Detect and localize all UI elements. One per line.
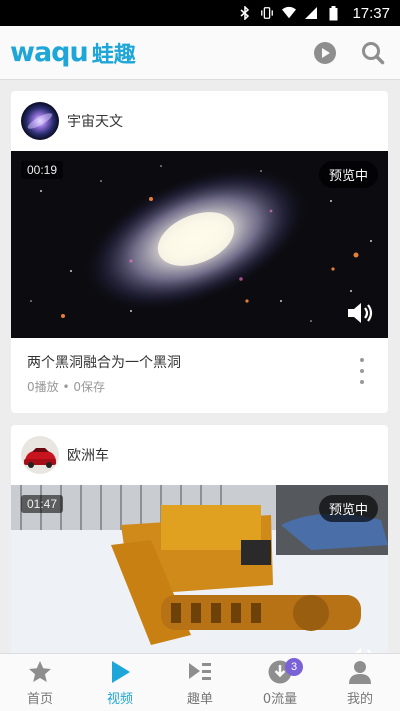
channel-avatar[interactable] [21,102,59,140]
download-count-badge: 3 [285,658,303,676]
app-bar: waqu 蛙趣 [0,26,400,80]
logo-chinese: 蛙趣 [91,42,136,68]
more-dot-icon [360,369,364,373]
video-thumbnail[interactable]: 01:47 预览中 [11,485,388,653]
play-button[interactable] [310,38,340,68]
video-meta: 0播放 • 0保存 [27,380,105,394]
tab-video[interactable]: 视频 [80,654,160,711]
more-options-button[interactable] [352,356,372,386]
battery-icon [326,5,340,20]
video-thumbnail[interactable]: 00:19 预览中 [11,151,388,338]
video-duration: 00:19 [21,161,64,179]
tab-zero-data-label: 0流量 [262,691,298,707]
play-triangle-icon [107,659,133,685]
video-card[interactable]: 宇宙天文 00:19 预览中 两个黑洞融合为一个黑洞 0播放 • 0保存 [11,91,388,413]
tab-playlist[interactable]: 趣单 [160,654,240,711]
video-title[interactable]: 两个黑洞融合为一个黑洞 [27,352,372,372]
more-dot-icon [360,380,364,384]
search-icon [362,41,385,64]
volume-icon [348,303,373,323]
logo-latin: waqu [10,37,89,68]
playlist-icon [187,659,213,685]
tab-zero-data[interactable]: 3 0流量 [240,654,320,711]
video-card[interactable]: 欧洲车 01:47 预览中 [11,425,388,653]
volume-button[interactable] [346,645,376,653]
channel-name[interactable]: 欧洲车 [67,445,109,465]
tab-video-label: 视频 [106,691,133,707]
channel-header[interactable]: 欧洲车 [11,425,388,485]
tab-profile-label: 我的 [346,691,373,707]
channel-header[interactable]: 宇宙天文 [11,91,388,151]
star-icon [27,659,53,685]
tab-home[interactable]: 首页 [0,654,80,711]
app-logo: waqu 蛙趣 [10,37,136,69]
cellular-signal-icon [304,6,318,20]
channel-avatar[interactable] [21,436,59,474]
tab-home-label: 首页 [26,691,53,707]
preview-badge: 预览中 [318,161,378,188]
wifi-icon [282,6,297,20]
video-info[interactable]: 两个黑洞融合为一个黑洞 0播放 • 0保存 [11,338,388,413]
person-icon [347,659,373,685]
search-button[interactable] [358,38,388,68]
tab-profile[interactable]: 我的 [320,654,400,711]
channel-name[interactable]: 宇宙天文 [67,111,123,131]
preview-badge: 预览中 [318,495,378,522]
video-duration: 01:47 [21,495,64,513]
bluetooth-icon [238,6,252,20]
more-dot-icon [360,358,364,362]
vibrate-icon [260,6,274,20]
volume-button[interactable] [346,300,376,326]
tab-playlist-label: 趣单 [186,691,213,707]
play-icon [314,41,336,64]
bottom-nav: 首页 视频 趣单 3 0流量 我的 [0,653,400,711]
status-bar: 17:37 [0,0,400,26]
video-feed[interactable]: 宇宙天文 00:19 预览中 两个黑洞融合为一个黑洞 0播放 • 0保存 欧洲车… [0,80,400,653]
status-time: 17:37 [352,4,390,22]
volume-icon [355,648,371,653]
